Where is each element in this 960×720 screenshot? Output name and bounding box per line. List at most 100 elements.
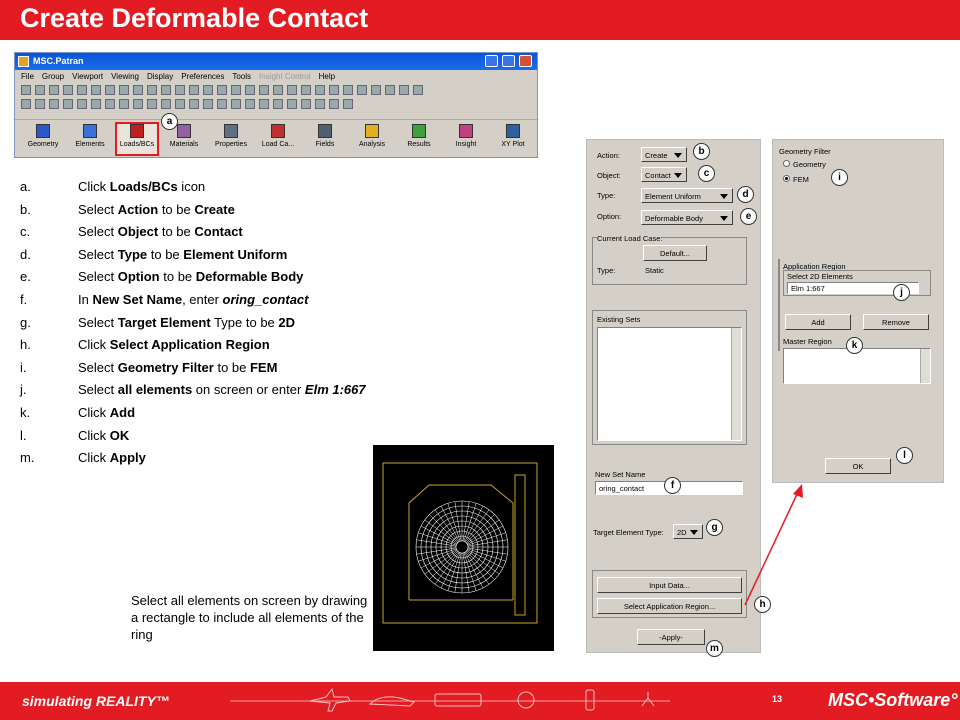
add-button[interactable]: Add <box>785 314 851 330</box>
lc-type-value: Static <box>645 266 664 275</box>
step-text-part: Action <box>117 201 159 217</box>
target-element-type-dropdown[interactable]: 2D <box>673 524 703 539</box>
step-text-part: to be <box>213 359 250 375</box>
app-button-elements[interactable]: Elements <box>68 124 112 148</box>
input-data-button[interactable]: Input Data... <box>597 577 742 593</box>
object-dropdown[interactable]: Contact <box>641 167 687 182</box>
current-load-case-group: Current Load Case: Default... Type: Stat… <box>592 234 747 285</box>
fields-grid-icon <box>318 124 332 138</box>
window-title: MSC.Patran <box>33 56 84 66</box>
geometry-radio[interactable] <box>783 160 790 167</box>
step-text-part: Select <box>78 359 118 375</box>
callout-l: l <box>896 447 913 464</box>
callout-c: c <box>698 165 715 182</box>
remove-button[interactable]: Remove <box>863 314 929 330</box>
callout-b: b <box>693 143 710 160</box>
xy-plot-icon <box>506 124 520 138</box>
ok-button[interactable]: OK <box>825 458 891 474</box>
step-text-part: Click <box>78 179 110 194</box>
step-text: Select Option to be Deformable Body <box>78 269 303 284</box>
flow-arrow <box>744 484 803 606</box>
region-buttons-group: Input Data... Select Application Region.… <box>592 570 747 618</box>
type-dropdown[interactable]: Element Uniform <box>641 188 733 203</box>
default-load-case-button[interactable]: Default... <box>643 245 707 261</box>
step-text-part: Select <box>78 246 118 262</box>
minimize-button[interactable] <box>485 55 498 67</box>
callout-i: i <box>831 169 848 186</box>
step-text-part: Target Element <box>117 314 211 330</box>
step-text-part: Select <box>78 382 118 398</box>
step-text-part: Loads/BCs <box>109 179 178 194</box>
select-application-region-button[interactable]: Select Application Region... <box>597 598 742 614</box>
menu-group[interactable]: Group <box>42 72 64 81</box>
existing-sets-label: Existing Sets <box>597 315 641 324</box>
maximize-button[interactable] <box>502 55 515 67</box>
menu-tools[interactable]: Tools <box>232 72 251 81</box>
lc-type-label: Type: <box>597 266 616 275</box>
step-letter: m. <box>20 450 35 466</box>
app-button-label: Analysis <box>358 141 386 148</box>
step-text-part: Select <box>78 201 118 217</box>
footer-decorative-icons <box>230 687 670 712</box>
app-button-properties[interactable]: Properties <box>209 124 253 148</box>
step-text: Select Geometry Filter to be FEM <box>78 360 277 375</box>
msc-software-logo: MSC•Software° <box>828 690 958 710</box>
step-text: Click Add <box>78 405 135 420</box>
callout-a: a <box>161 113 178 130</box>
fem-radio[interactable] <box>783 175 790 182</box>
graphics-viewport[interactable] <box>373 445 554 651</box>
new-set-name-label: New Set Name <box>595 470 646 479</box>
app-button-load-ca-[interactable]: Load Ca... <box>256 124 300 148</box>
existing-sets-list[interactable] <box>597 327 742 441</box>
menu-insight-control[interactable]: Insight Control <box>259 72 311 81</box>
master-region-scrollbar[interactable] <box>920 349 930 383</box>
app-button-label: Properties <box>215 141 247 148</box>
loads-bcs-form: Action: Create Object: Contact Type: Ele… <box>586 139 761 653</box>
menu-viewport[interactable]: Viewport <box>72 72 103 81</box>
patran-main-window: MSC.Patran File Group Viewport Viewing Displ… <box>14 52 538 158</box>
select-2d-elements-label: Select 2D Elements <box>787 272 853 281</box>
option-dropdown[interactable]: Deformable Body <box>641 210 733 225</box>
app-button-xy-plot[interactable]: XY Plot <box>491 124 535 148</box>
step-text-part: Type to be <box>210 314 279 330</box>
callout-h: h <box>754 596 771 613</box>
slide-header: Create Deformable Contact <box>0 0 960 40</box>
step-text-part: oring_contact <box>222 291 309 307</box>
app-button-loads-bcs[interactable]: Loads/BCs <box>115 122 159 156</box>
application-region-group: Application Region Select 2D Elements El… <box>778 259 931 351</box>
step-letter: h. <box>20 337 31 353</box>
app-button-fields[interactable]: Fields <box>303 124 347 148</box>
step-text-part: Geometry Filter <box>117 359 214 375</box>
toolbar-row-2 <box>15 98 537 112</box>
action-dropdown[interactable]: Create <box>641 147 687 162</box>
menu-file[interactable]: File <box>21 72 34 81</box>
step-text: Click Loads/BCs icon <box>78 179 205 194</box>
menu-preferences[interactable]: Preferences <box>181 72 224 81</box>
menu-help[interactable]: Help <box>319 72 335 81</box>
app-logo-icon <box>18 56 29 67</box>
app-button-insight[interactable]: Insight <box>444 124 488 148</box>
step-text-part: , enter <box>182 291 223 307</box>
step-text: Select Target Element Type to be 2D <box>78 315 295 330</box>
object-label: Object: <box>597 171 621 180</box>
step-text-part: to be <box>158 201 195 217</box>
step-letter: c. <box>20 224 31 240</box>
app-button-analysis[interactable]: Analysis <box>350 124 394 148</box>
insight-icon <box>459 124 473 138</box>
properties-icon <box>224 124 238 138</box>
app-button-results[interactable]: Results <box>397 124 441 148</box>
existing-sets-scrollbar[interactable] <box>731 328 741 440</box>
existing-sets-group: Existing Sets <box>592 310 747 445</box>
menu-display[interactable]: Display <box>147 72 173 81</box>
app-button-geometry[interactable]: Geometry <box>21 124 65 148</box>
step-text-part: Option <box>117 269 160 285</box>
menu-viewing[interactable]: Viewing <box>111 72 139 81</box>
step-text-part: 2D <box>278 314 296 330</box>
step-text-part: icon <box>177 179 206 194</box>
close-button[interactable] <box>519 55 532 67</box>
apply-button[interactable]: -Apply- <box>637 629 705 645</box>
step-text-part: Apply <box>109 450 146 466</box>
step-text: Select Object to be Contact <box>78 224 243 239</box>
toolbar-row-1 <box>15 84 537 98</box>
step-letter: j. <box>20 382 27 398</box>
